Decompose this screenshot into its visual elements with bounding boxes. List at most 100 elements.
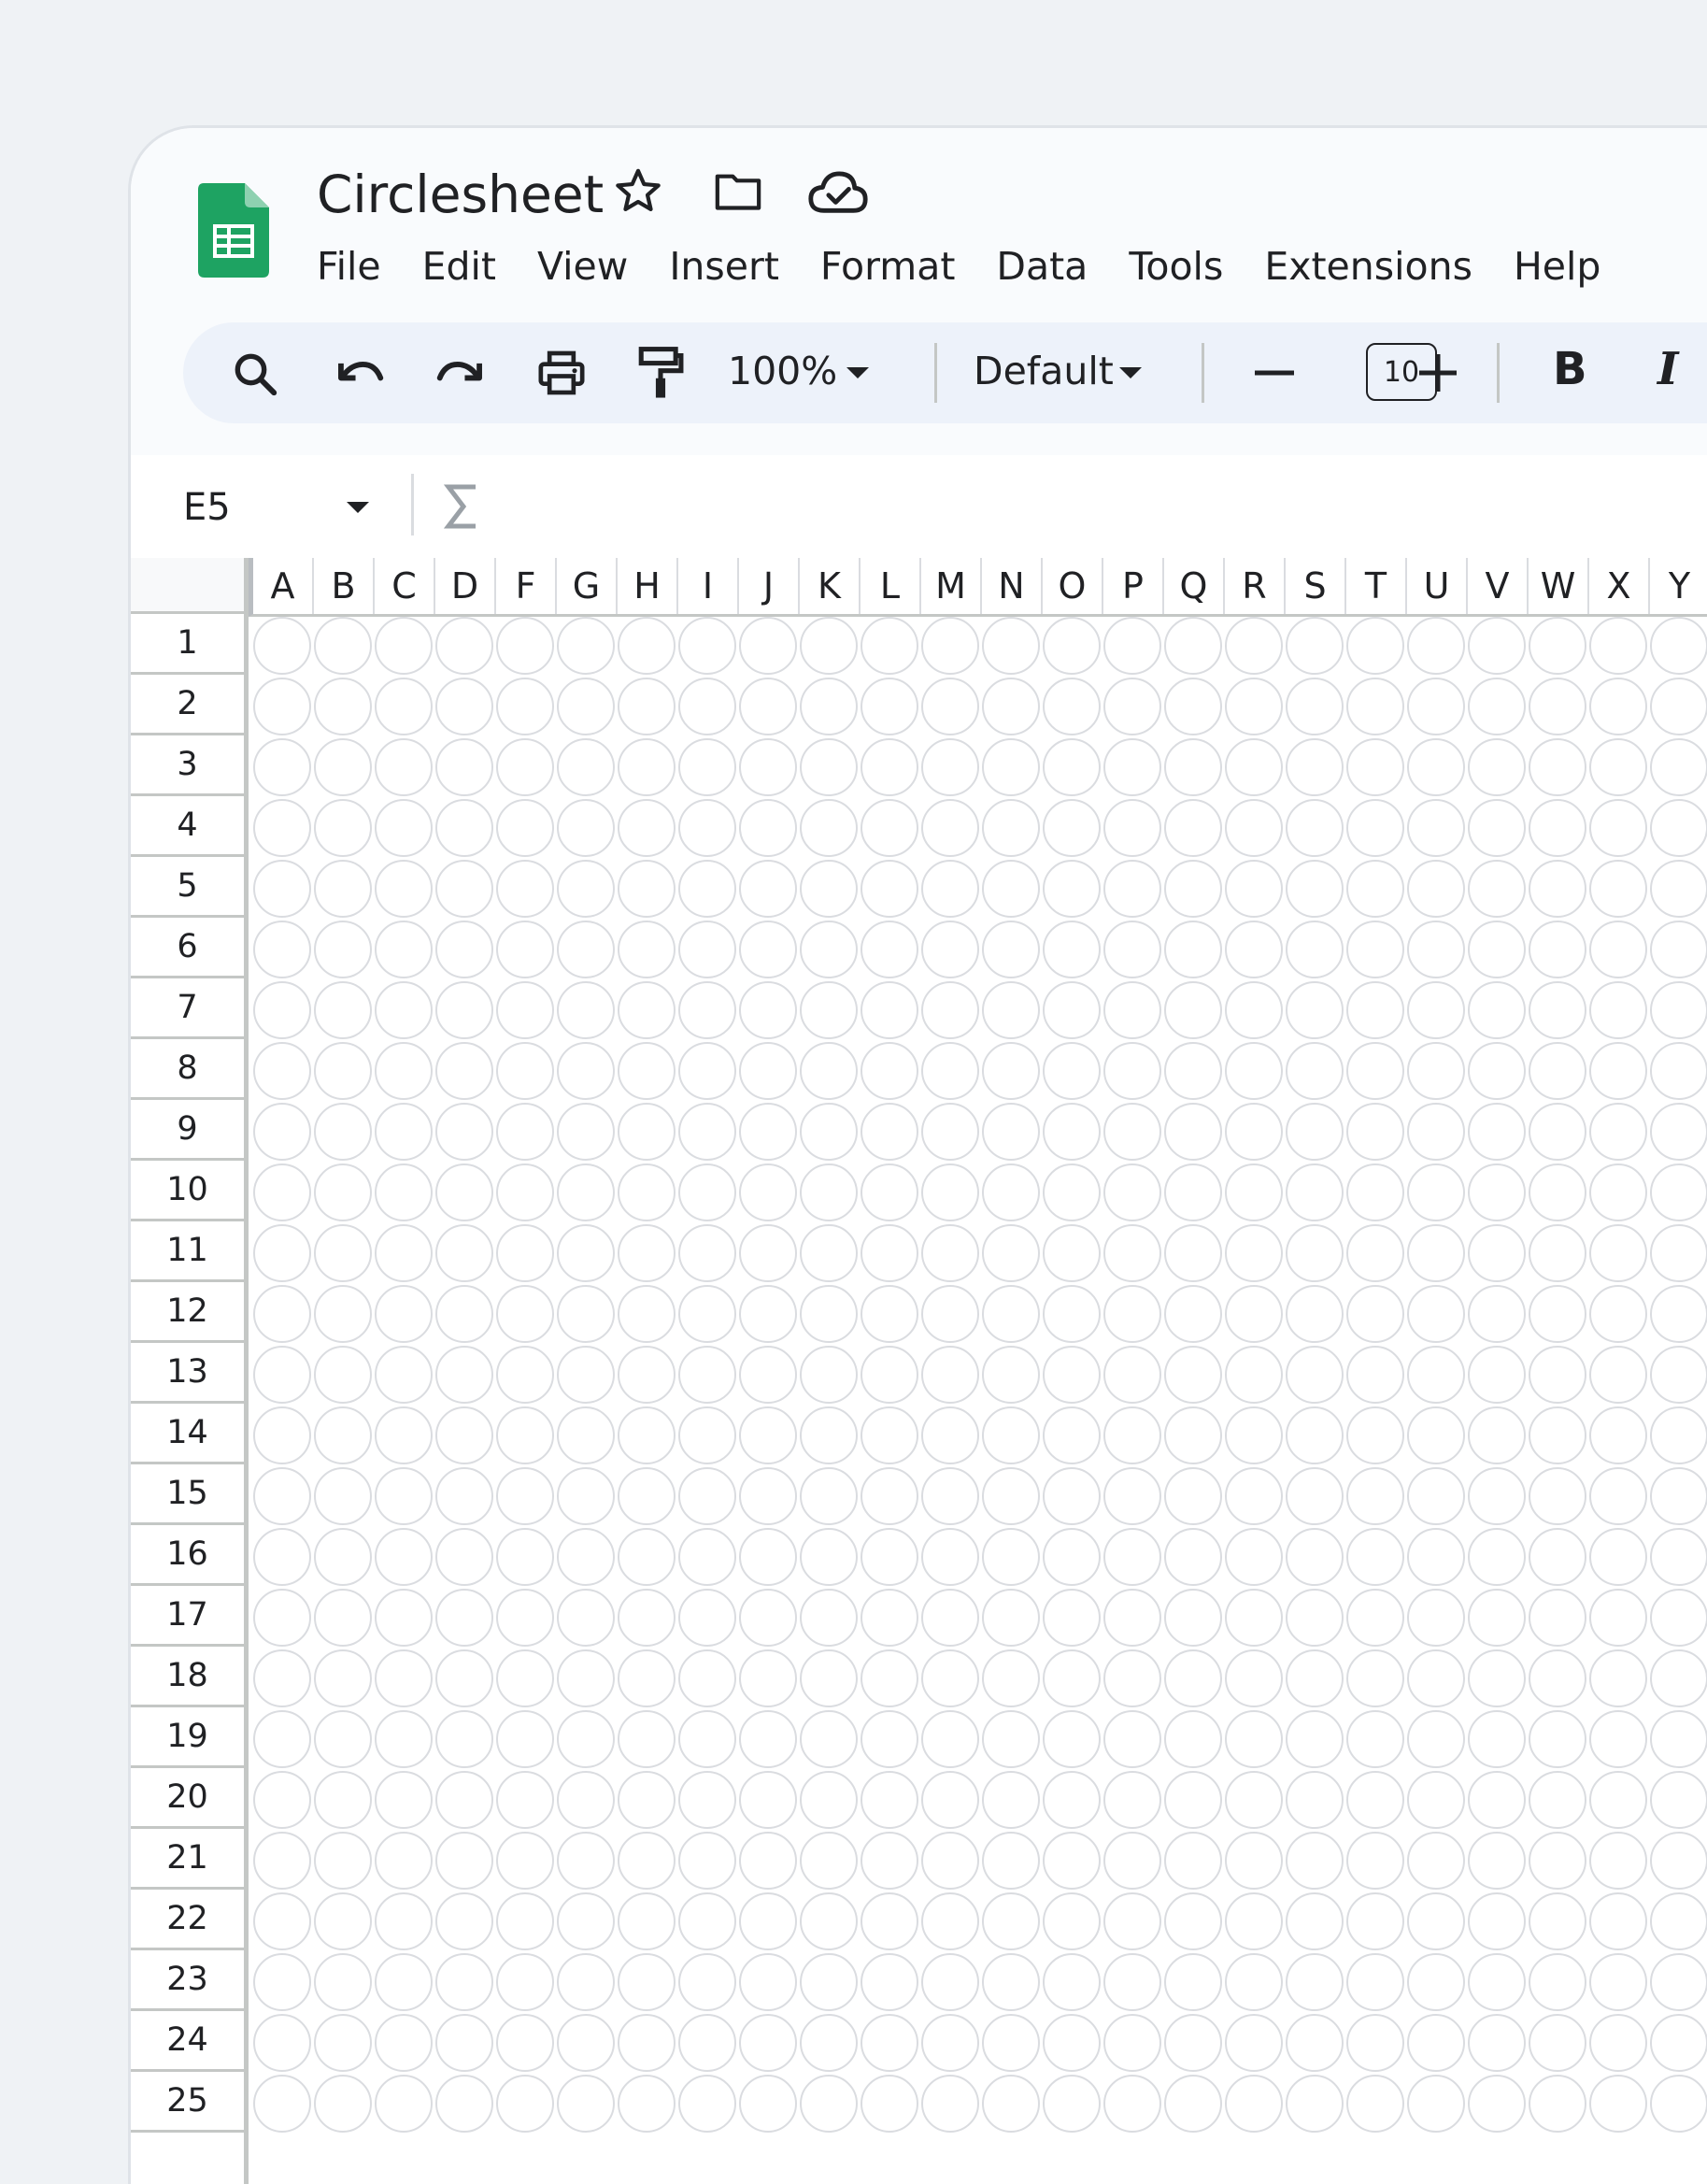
- cell[interactable]: [800, 1224, 858, 1282]
- cell[interactable]: [861, 2075, 918, 2133]
- cell[interactable]: [1650, 921, 1707, 978]
- cell[interactable]: [1103, 1285, 1161, 1343]
- cell[interactable]: [1407, 1832, 1465, 1890]
- cell[interactable]: [861, 1467, 918, 1525]
- cell[interactable]: [618, 799, 676, 857]
- cell[interactable]: [1407, 860, 1465, 918]
- cell[interactable]: [1164, 1467, 1222, 1525]
- cell[interactable]: [557, 678, 615, 735]
- cell[interactable]: [1346, 2014, 1404, 2072]
- cell[interactable]: [800, 1042, 858, 1100]
- cell[interactable]: [435, 1528, 493, 1586]
- cell[interactable]: [800, 1103, 858, 1161]
- cell[interactable]: [253, 1710, 311, 1768]
- cell[interactable]: [1043, 1042, 1101, 1100]
- cell[interactable]: [375, 617, 433, 675]
- cell[interactable]: [557, 1953, 615, 2011]
- cell[interactable]: [1103, 1649, 1161, 1707]
- cell[interactable]: [800, 738, 858, 796]
- cell[interactable]: [739, 2075, 797, 2133]
- cell[interactable]: [1529, 981, 1586, 1039]
- cell[interactable]: [1407, 1528, 1465, 1586]
- cell[interactable]: [739, 1710, 797, 1768]
- cell[interactable]: [1407, 1771, 1465, 1829]
- cell[interactable]: [1407, 1163, 1465, 1221]
- cell[interactable]: [496, 678, 554, 735]
- cell[interactable]: [1589, 1649, 1647, 1707]
- cell[interactable]: [1407, 617, 1465, 675]
- cell[interactable]: [1103, 1103, 1161, 1161]
- cell[interactable]: [1103, 2075, 1161, 2133]
- cell[interactable]: [1468, 1163, 1526, 1221]
- row-header[interactable]: 25: [131, 2072, 244, 2133]
- row-header[interactable]: 21: [131, 1829, 244, 1890]
- cell[interactable]: [1529, 1953, 1586, 2011]
- row-header[interactable]: 14: [131, 1404, 244, 1464]
- cell[interactable]: [678, 1406, 736, 1464]
- cell[interactable]: [800, 1528, 858, 1586]
- cell[interactable]: [861, 1346, 918, 1404]
- cell[interactable]: [1225, 1467, 1283, 1525]
- cell[interactable]: [921, 1163, 979, 1221]
- cell[interactable]: [1407, 738, 1465, 796]
- cell[interactable]: [1529, 1528, 1586, 1586]
- cell[interactable]: [739, 799, 797, 857]
- cell[interactable]: [496, 1649, 554, 1707]
- cell[interactable]: [1225, 1892, 1283, 1950]
- cell[interactable]: [1650, 738, 1707, 796]
- sigma-icon[interactable]: [444, 483, 481, 530]
- cell[interactable]: [1589, 1528, 1647, 1586]
- cell[interactable]: [921, 1649, 979, 1707]
- cell[interactable]: [921, 2075, 979, 2133]
- cell[interactable]: [739, 1346, 797, 1404]
- cell[interactable]: [1225, 799, 1283, 857]
- cell[interactable]: [375, 1771, 433, 1829]
- cell[interactable]: [1164, 678, 1222, 735]
- cell[interactable]: [800, 1406, 858, 1464]
- cell[interactable]: [496, 2014, 554, 2072]
- column-header[interactable]: U: [1407, 558, 1468, 614]
- cell[interactable]: [375, 1832, 433, 1890]
- cell[interactable]: [800, 1953, 858, 2011]
- cell[interactable]: [314, 1649, 372, 1707]
- cell[interactable]: [1529, 1832, 1586, 1890]
- cell[interactable]: [1164, 2075, 1222, 2133]
- cell[interactable]: [1346, 2075, 1404, 2133]
- menu-tools[interactable]: Tools: [1129, 248, 1223, 286]
- column-header[interactable]: T: [1346, 558, 1407, 614]
- cell[interactable]: [1650, 1346, 1707, 1404]
- cell[interactable]: [557, 1528, 615, 1586]
- cell[interactable]: [253, 1892, 311, 1950]
- cell[interactable]: [800, 1163, 858, 1221]
- cell[interactable]: [1225, 981, 1283, 1039]
- cell[interactable]: [861, 1285, 918, 1343]
- cell[interactable]: [1043, 1224, 1101, 1282]
- cell[interactable]: [1103, 1346, 1161, 1404]
- cell[interactable]: [1043, 1346, 1101, 1404]
- cell[interactable]: [1589, 1589, 1647, 1647]
- column-header[interactable]: O: [1043, 558, 1103, 614]
- cell[interactable]: [1164, 738, 1222, 796]
- cell[interactable]: [375, 2075, 433, 2133]
- cell[interactable]: [982, 1832, 1040, 1890]
- cell[interactable]: [1468, 1710, 1526, 1768]
- cell[interactable]: [1164, 1892, 1222, 1950]
- cell[interactable]: [375, 1649, 433, 1707]
- cell[interactable]: [618, 2014, 676, 2072]
- cell[interactable]: [1103, 617, 1161, 675]
- cell[interactable]: [1468, 617, 1526, 675]
- cell[interactable]: [1346, 921, 1404, 978]
- cell[interactable]: [678, 921, 736, 978]
- row-header[interactable]: 23: [131, 1950, 244, 2011]
- cell[interactable]: [1407, 1649, 1465, 1707]
- cell[interactable]: [1164, 1832, 1222, 1890]
- cell[interactable]: [1407, 799, 1465, 857]
- cell[interactable]: [1529, 1589, 1586, 1647]
- cell[interactable]: [982, 678, 1040, 735]
- cell[interactable]: [861, 1649, 918, 1707]
- cell[interactable]: [1346, 1346, 1404, 1404]
- cell[interactable]: [618, 1832, 676, 1890]
- cell[interactable]: [253, 799, 311, 857]
- cell[interactable]: [557, 1285, 615, 1343]
- cell[interactable]: [861, 1528, 918, 1586]
